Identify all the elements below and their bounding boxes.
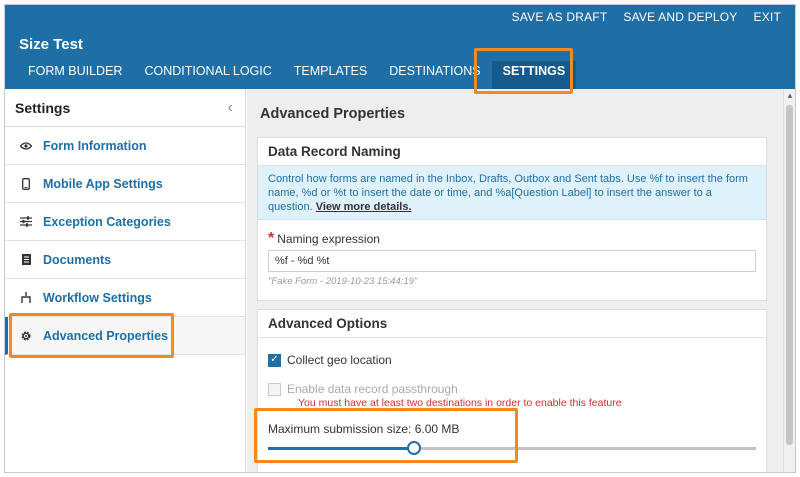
workflow-icon	[17, 292, 35, 303]
sidebar-item-exception-categories[interactable]: Exception Categories	[5, 203, 245, 241]
collect-geo-location-label: Collect geo location	[287, 353, 392, 367]
slider-thumb[interactable]	[407, 441, 421, 455]
sidebar-item-workflow-settings[interactable]: Workflow Settings	[5, 279, 245, 317]
naming-preview: "Fake Form - 2019-10-23 15:44:19"	[268, 276, 418, 287]
passthrough-warning: You must have at least two destinations …	[298, 397, 622, 409]
header-actions: SAVE AS DRAFT SAVE AND DEPLOY EXIT	[512, 5, 795, 29]
mobile-icon	[17, 177, 35, 190]
sidebar-item-label: Workflow Settings	[43, 290, 152, 305]
advanced-options-card: Advanced Options ✓ Collect geo location …	[257, 309, 767, 472]
card-heading: Advanced Options	[258, 310, 766, 338]
sidebar-header: Settings ‹	[5, 89, 245, 127]
main-content: Advanced Properties Data Record Naming C…	[247, 89, 783, 472]
app-header: SAVE AS DRAFT SAVE AND DEPLOY EXIT Size …	[5, 5, 795, 89]
tab-form-builder[interactable]: FORM BUILDER	[17, 61, 133, 89]
naming-expression-input[interactable]	[268, 250, 756, 272]
scroll-thumb[interactable]	[786, 105, 793, 445]
view-more-details-link[interactable]: View more details.	[316, 201, 412, 213]
data-record-naming-card: Data Record Naming Control how forms are…	[257, 137, 767, 301]
form-title: Size Test	[19, 36, 83, 53]
sidebar-item-documents[interactable]: Documents	[5, 241, 245, 279]
chevron-left-icon[interactable]: ‹	[228, 99, 233, 117]
save-as-draft-button[interactable]: SAVE AS DRAFT	[512, 10, 608, 24]
sidebar-item-advanced-properties[interactable]: Advanced Properties	[5, 317, 245, 355]
naming-info-box: Control how forms are named in the Inbox…	[258, 166, 766, 220]
sidebar-title: Settings	[15, 99, 71, 116]
settings-sidebar: Settings ‹ Form Information Mobile App S…	[5, 89, 246, 472]
required-marker: *	[268, 230, 275, 247]
tab-destinations[interactable]: DESTINATIONS	[378, 61, 491, 89]
slider-fill	[268, 447, 414, 450]
gear-icon	[17, 330, 35, 342]
tab-templates[interactable]: TEMPLATES	[283, 61, 378, 89]
scroll-up-icon[interactable]: ▲	[786, 91, 794, 100]
sidebar-item-label: Form Information	[43, 138, 147, 153]
max-submission-size-slider[interactable]	[268, 441, 756, 455]
save-and-deploy-button[interactable]: SAVE AND DEPLOY	[623, 10, 737, 24]
tab-settings[interactable]: SETTINGS	[491, 61, 577, 89]
sidebar-item-form-information[interactable]: Form Information	[5, 127, 245, 165]
collect-geo-location-row[interactable]: ✓ Collect geo location	[268, 353, 392, 367]
sidebar-item-label: Advanced Properties	[43, 328, 169, 343]
naming-expression-label: * Naming expression	[268, 230, 380, 248]
document-icon	[17, 254, 35, 265]
sidebar-item-mobile-app-settings[interactable]: Mobile App Settings	[5, 165, 245, 203]
sidebar-item-label: Documents	[43, 252, 112, 267]
field-label: Naming expression	[277, 232, 380, 246]
page-title: Advanced Properties	[260, 106, 406, 122]
app-window: SAVE AS DRAFT SAVE AND DEPLOY EXIT Size …	[4, 4, 796, 473]
collect-geo-location-checkbox[interactable]: ✓	[268, 353, 281, 367]
card-heading: Data Record Naming	[258, 138, 766, 166]
main-tabs: FORM BUILDER CONDITIONAL LOGIC TEMPLATES…	[17, 61, 577, 89]
passthrough-row: Enable data record passthrough	[268, 382, 458, 396]
max-submission-size-label: Maximum submission size: 6.00 MB	[268, 422, 460, 436]
sidebar-item-label: Exception Categories	[43, 214, 171, 229]
sidebar-item-label: Mobile App Settings	[43, 176, 163, 191]
tab-conditional-logic[interactable]: CONDITIONAL LOGIC	[133, 61, 282, 89]
exit-button[interactable]: EXIT	[754, 10, 781, 24]
main-scrollbar[interactable]: ▲	[783, 89, 795, 472]
sliders-icon	[17, 216, 35, 227]
passthrough-label: Enable data record passthrough	[287, 382, 458, 396]
passthrough-checkbox	[268, 382, 281, 396]
eye-icon	[17, 141, 35, 150]
